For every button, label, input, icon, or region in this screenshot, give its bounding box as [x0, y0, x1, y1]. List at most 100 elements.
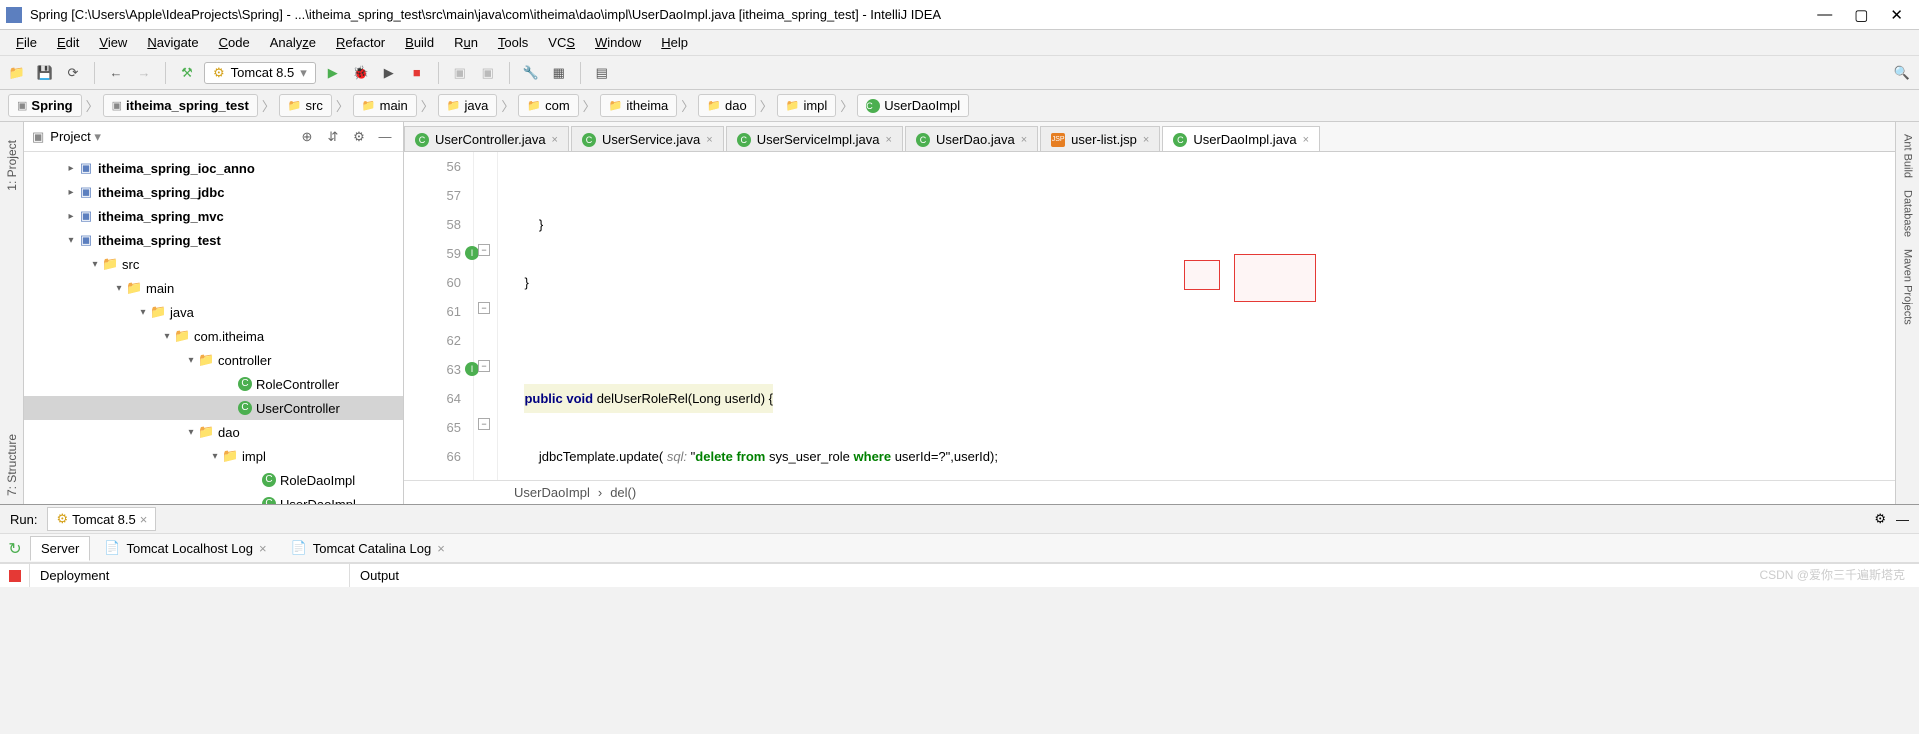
titlebar: Spring [C:\Users\Apple\IdeaProjects\Spri… [0, 0, 1919, 30]
bc-method[interactable]: del() [610, 485, 636, 500]
tab-project[interactable]: 1: Project [3, 132, 21, 199]
menu-analyze[interactable]: Analyze [262, 33, 324, 52]
tree-node[interactable]: ▾📁controller [24, 348, 403, 372]
menu-window[interactable]: Window [587, 33, 649, 52]
stop-button[interactable]: ■ [406, 62, 428, 84]
tree-node[interactable]: ▸▣itheima_spring_jdbc [24, 180, 403, 204]
tree-node[interactable]: CRoleController [24, 372, 403, 396]
editor-tab[interactable]: JSPuser-list.jsp× [1040, 126, 1160, 152]
code-editor[interactable]: 56575859I↑60616263I↑64656667 − − − − } }… [404, 152, 1895, 480]
editor-tab[interactable]: CUserServiceImpl.java× [726, 126, 903, 152]
tab-maven[interactable]: Maven Projects [1901, 243, 1915, 331]
line-gutter: 56575859I↑60616263I↑64656667 [404, 152, 474, 480]
crumb-com[interactable]: 📁com [518, 94, 578, 117]
run-config-selector[interactable]: ⚙ Tomcat 8.5 ▾ [204, 62, 316, 84]
tree-node[interactable]: ▸▣itheima_spring_ioc_anno [24, 156, 403, 180]
fold-toggle[interactable]: − [478, 302, 490, 314]
bc-sep: › [598, 485, 602, 500]
coverage-button[interactable]: ▶ [378, 62, 400, 84]
save-icon[interactable]: 💾 [34, 62, 56, 84]
maximize-button[interactable]: ▢ [1854, 6, 1868, 24]
code-text[interactable]: } } public void delUserRoleRel(Long user… [498, 152, 1895, 480]
layout-icon-2[interactable]: ▣ [477, 62, 499, 84]
runtab-catalina[interactable]: 📄Tomcat Catalina Log× [281, 536, 455, 560]
editor-breadcrumb: UserDaoImpl › del() [404, 480, 1895, 504]
fold-toggle[interactable]: − [478, 418, 490, 430]
structure-icon[interactable]: ▦ [548, 62, 570, 84]
locate-icon[interactable]: ⊕ [297, 129, 317, 145]
crumb-main[interactable]: 📁main [353, 94, 417, 117]
right-tool-strip: Ant Build Database Maven Projects [1895, 122, 1919, 504]
tree-node[interactable]: ▾📁impl [24, 444, 403, 468]
tab-ant[interactable]: Ant Build [1901, 128, 1915, 184]
project-tree[interactable]: ▸▣itheima_spring_ioc_anno▸▣itheima_sprin… [24, 152, 403, 504]
forward-button[interactable]: → [133, 62, 155, 84]
tree-node[interactable]: CRoleDaoImpl [24, 468, 403, 492]
tree-node[interactable]: ▸▣itheima_spring_mvc [24, 204, 403, 228]
crumb-class[interactable]: CUserDaoImpl [857, 94, 969, 117]
editor-tab[interactable]: CUserController.java× [404, 126, 569, 152]
close-button[interactable]: ✕ [1890, 6, 1903, 24]
project-panel: ▣ Project ⊕ ⇵ ⚙ — ▸▣itheima_spring_ioc_a… [24, 122, 404, 504]
menu-edit[interactable]: Edit [49, 33, 87, 52]
crumb-impl[interactable]: 📁impl [777, 94, 837, 117]
tab-database[interactable]: Database [1901, 184, 1915, 243]
crumb-src[interactable]: 📁src [279, 94, 332, 117]
tree-node[interactable]: ▾📁main [24, 276, 403, 300]
tree-node[interactable]: ▾📁java [24, 300, 403, 324]
bc-class[interactable]: UserDaoImpl [514, 485, 590, 500]
editor-tab[interactable]: CUserService.java× [571, 126, 724, 152]
crumb-itheima[interactable]: 📁itheima [600, 94, 678, 117]
menu-vcs[interactable]: VCS [540, 33, 583, 52]
build-icon[interactable]: ⚒ [176, 62, 198, 84]
menu-refactor[interactable]: Refactor [328, 33, 393, 52]
run-hide-icon[interactable]: — [1896, 512, 1909, 527]
run-stop-side[interactable] [0, 564, 30, 587]
main-toolbar: 📁 💾 ⟳ ← → ⚒ ⚙ Tomcat 8.5 ▾ ▶ 🐞 ▶ ■ ▣ ▣ 🔧… [0, 56, 1919, 90]
menu-run[interactable]: Run [446, 33, 486, 52]
minimize-button[interactable]: — [1817, 6, 1832, 24]
tree-node[interactable]: CUserController [24, 396, 403, 420]
run-rerun[interactable]: ↻ [4, 537, 26, 559]
crumb-spring[interactable]: ▣Spring [8, 94, 82, 117]
tree-node[interactable]: ▾📁com.itheima [24, 324, 403, 348]
menu-view[interactable]: View [91, 33, 135, 52]
tree-node[interactable]: ▾▣itheima_spring_test [24, 228, 403, 252]
menu-file[interactable]: File [8, 33, 45, 52]
menu-tools[interactable]: Tools [490, 33, 536, 52]
runtab-localhost[interactable]: 📄Tomcat Localhost Log× [94, 536, 276, 560]
gear-icon[interactable]: ⚙ [349, 129, 369, 145]
crumb-module[interactable]: ▣itheima_spring_test [103, 94, 258, 117]
tab-structure[interactable]: 7: Structure [3, 426, 21, 504]
menu-navigate[interactable]: Navigate [139, 33, 206, 52]
menu-help[interactable]: Help [653, 33, 696, 52]
tree-node[interactable]: ▾📁src [24, 252, 403, 276]
menu-code[interactable]: Code [211, 33, 258, 52]
collapse-icon[interactable]: ⇵ [323, 129, 343, 145]
refresh-icon[interactable]: ⟳ [62, 62, 84, 84]
wrench-icon[interactable]: 🔧 [520, 62, 542, 84]
fold-toggle[interactable]: − [478, 244, 490, 256]
menu-build[interactable]: Build [397, 33, 442, 52]
crumb-dao[interactable]: 📁dao [698, 94, 755, 117]
fold-toggle[interactable]: − [478, 360, 490, 372]
search-icon[interactable]: 🔍 [1891, 62, 1913, 84]
runtab-server[interactable]: Server [30, 536, 90, 561]
hide-icon[interactable]: — [375, 129, 395, 144]
editor-tab[interactable]: CUserDaoImpl.java× [1162, 126, 1320, 152]
debug-button[interactable]: 🐞 [350, 62, 372, 84]
run-gear-icon[interactable]: ⚙ [1874, 511, 1886, 527]
back-button[interactable]: ← [105, 62, 127, 84]
tree-node[interactable]: ▾📁dao [24, 420, 403, 444]
project-dropdown[interactable]: Project [50, 129, 101, 145]
left-tool-strip: 1: Project 7: Structure [0, 122, 24, 504]
editor-tab[interactable]: CUserDao.java× [905, 126, 1038, 152]
open-icon[interactable]: 📁 [6, 62, 28, 84]
tree-node[interactable]: CUserDaoImpl [24, 492, 403, 504]
crumb-java[interactable]: 📁java [438, 94, 498, 117]
layout-icon[interactable]: ▣ [449, 62, 471, 84]
misc-icon[interactable]: ▤ [591, 62, 613, 84]
run-button[interactable]: ▶ [322, 62, 344, 84]
run-config-tab[interactable]: ⚙Tomcat 8.5 × [47, 507, 156, 531]
editor-tabs: CUserController.java×CUserService.java×C… [404, 122, 1895, 152]
